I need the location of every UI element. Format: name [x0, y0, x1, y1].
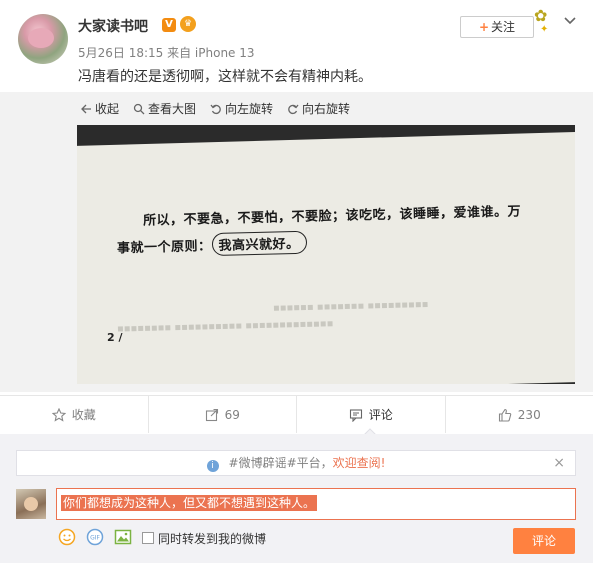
- comment-panel: i #微博辟谣#平台，欢迎查阅! × 你们都想成为这种人，但又都不想遇到这种人。 …: [0, 434, 593, 563]
- my-avatar: [16, 489, 46, 519]
- repost-count: 69: [224, 407, 240, 422]
- comment-input[interactable]: 你们都想成为这种人，但又都不想遇到这种人。: [56, 488, 576, 520]
- post-text: 冯唐看的还是透彻啊，这样就不会有精神内耗。: [78, 69, 372, 85]
- info-icon: i: [206, 460, 219, 472]
- picture-icon[interactable]: [114, 528, 132, 546]
- username-link[interactable]: 大家读书吧: [78, 16, 148, 36]
- svg-text:GIF: GIF: [90, 535, 100, 542]
- like-icon: [498, 408, 512, 422]
- like-button[interactable]: 230: [446, 396, 593, 433]
- collapse-label: 收起: [95, 102, 120, 116]
- follow-label: 关注: [491, 20, 516, 34]
- photo-text-prefix: 事就一个原则：: [116, 239, 212, 257]
- gif-icon[interactable]: GIF: [86, 528, 104, 546]
- rotate-left-icon: [210, 104, 221, 114]
- notice-text: #微博辟谣#平台，: [228, 456, 333, 470]
- comment-input-value: 你们都想成为这种人，但又都不想遇到这种人。: [61, 495, 318, 511]
- weibo-post-card: 大家读书吧 V ♛ 5月26日 18:15 来自 iPhone 13 冯唐看的还…: [0, 0, 593, 563]
- submit-comment-button[interactable]: 评论: [513, 528, 575, 554]
- user-avatar[interactable]: [18, 14, 68, 64]
- photo-text-line-2: 事就一个原则： 我高兴就好。: [116, 230, 307, 259]
- verified-badge-icon: V: [162, 18, 176, 32]
- like-count: 230: [517, 407, 541, 422]
- view-large-label: 查看大图: [148, 102, 197, 116]
- action-bar: 收藏 69 评论 230: [0, 395, 593, 433]
- repost-checkbox[interactable]: [142, 532, 154, 544]
- plus-icon: +: [478, 20, 490, 34]
- rotate-right-icon: [288, 104, 299, 114]
- rotate-right-label: 向右旋转: [302, 102, 351, 116]
- notice-link[interactable]: 欢迎查阅!: [333, 456, 386, 470]
- zoom-icon: [133, 103, 145, 114]
- comment-label: 评论: [368, 408, 393, 422]
- image-viewer: 收起 查看大图 向左旋转 向右旋转 所以，不要急，不要怕，不要脸；该吃吃，该睡睡…: [0, 92, 593, 392]
- emoji-icon[interactable]: [58, 528, 76, 546]
- decoration-star-icon: ✦: [540, 24, 549, 35]
- rotate-left-label: 向左旋转: [225, 102, 274, 116]
- repost-button[interactable]: 69: [149, 396, 297, 433]
- photo-text-circled: 我高兴就好。: [211, 230, 307, 257]
- chevron-down-icon[interactable]: [562, 12, 578, 28]
- post-meta: 5月26日 18:15 来自 iPhone 13: [78, 46, 255, 60]
- follow-button[interactable]: + 关注: [460, 16, 534, 38]
- view-large-button[interactable]: 查看大图: [133, 100, 196, 117]
- repost-checkbox-label: 同时转发到我的微博: [158, 532, 267, 546]
- star-icon: [51, 407, 66, 422]
- close-icon[interactable]: ×: [553, 451, 565, 475]
- favorite-button[interactable]: 收藏: [0, 396, 149, 433]
- comment-icon: [349, 408, 362, 422]
- post-photo[interactable]: 所以，不要急，不要怕，不要脸；该吃吃，该睡睡，爱谁谁。万 事就一个原则： 我高兴就…: [77, 125, 575, 384]
- repost-icon: [205, 408, 218, 421]
- viewer-toolbar: 收起 查看大图 向左旋转 向右旋转: [80, 100, 350, 117]
- book-page: [77, 131, 575, 384]
- collapse-icon: [81, 104, 91, 113]
- member-crown-icon: ♛: [180, 16, 196, 32]
- photo-page-number: 2 /: [107, 331, 123, 344]
- rotate-right-button[interactable]: 向右旋转: [287, 100, 350, 117]
- rumor-notice-banner: i #微博辟谣#平台，欢迎查阅! ×: [16, 450, 576, 476]
- favorite-label: 收藏: [71, 408, 96, 422]
- collapse-button[interactable]: 收起: [80, 100, 119, 117]
- rotate-left-button[interactable]: 向左旋转: [210, 100, 273, 117]
